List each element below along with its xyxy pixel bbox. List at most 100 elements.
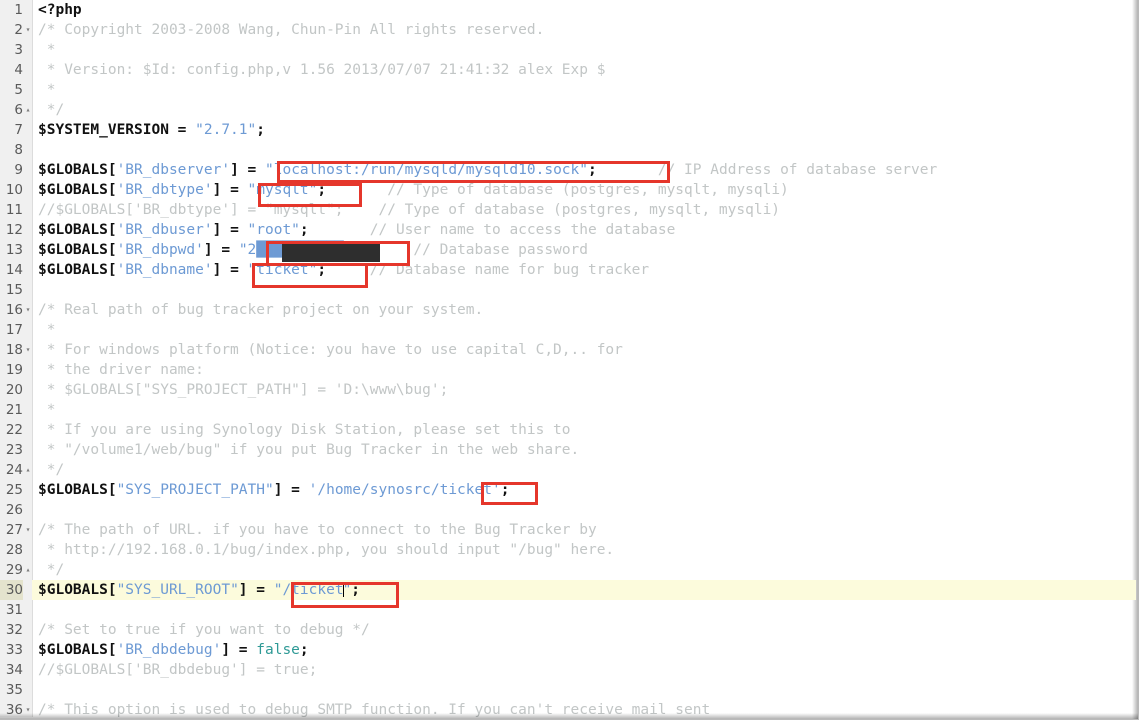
code-line-25[interactable]: 25 $GLOBALS["SYS_PROJECT_PATH"] = '/home/… [0,480,1136,500]
code-line-34[interactable]: 34 //$GLOBALS['BR_dbdebug'] = true; [0,660,1136,680]
code-line-10[interactable]: 10 $GLOBALS['BR_dbtype'] = "mysqlt"; // T… [0,180,1136,200]
line-number: 27 [5,522,23,538]
code-line-8[interactable]: 8 [0,140,1136,160]
fold-open-icon[interactable]: ▾ [24,20,32,40]
code-line-text[interactable]: * "/volume1/web/bug" if you put Bug Trac… [38,440,1136,460]
line-number: 32 [5,622,23,638]
code-line-text[interactable]: * [38,320,1136,340]
line-number: 30 [0,580,23,600]
fold-open-icon[interactable]: ▾ [24,340,32,360]
code-line-text[interactable]: //$GLOBALS['BR_dbtype'] = "mysqlt"; // T… [38,200,1136,220]
code-line-23[interactable]: 23 * "/volume1/web/bug" if you put Bug T… [0,440,1136,460]
fold-open-icon[interactable]: ▾ [24,520,32,540]
code-line-2[interactable]: 2 ▾ /* Copyright 2003-2008 Wang, Chun-Pin … [0,20,1136,40]
code-line-text[interactable]: * [38,40,1136,60]
line-number: 33 [5,642,23,658]
code-token: ; [317,262,327,278]
fold-close-icon[interactable]: ▴ [24,100,32,120]
code-line-text[interactable]: */ [38,560,1136,580]
code-token: '/home/synosrc/ticket' [308,482,501,498]
code-token: $SYSTEM_VERSION = [38,122,196,138]
code-line-text[interactable]: $GLOBALS['BR_dbdebug'] = false; [38,640,1136,660]
code-line-24[interactable]: 24 ▴ */ [0,460,1136,480]
code-token: 'BR_dbpwd' [116,242,204,258]
code-line-text[interactable]: $GLOBALS['BR_dbpwd'] = "2██████████2"; /… [38,240,1136,260]
line-number: 16 [5,302,23,318]
code-line-text[interactable]: /* Real path of bug tracker project on y… [38,300,1136,320]
code-line-3[interactable]: 3 * [0,40,1136,60]
code-editor-viewport[interactable]: 1 <?php 2 ▾/* Copyright 2003-2008 Wang, Chu… [0,0,1136,717]
code-line-36[interactable]: 36 ▾ /* This option is used to debug SMTP … [0,700,1136,717]
code-line-16[interactable]: 16 ▾ /* Real path of bug tracker project o… [0,300,1136,320]
code-line-text[interactable]: $GLOBALS['BR_dbuser'] = "root"; // User … [38,220,1136,240]
code-line-text[interactable]: /* This option is used to debug SMTP fun… [38,700,1136,717]
code-line-32[interactable]: 32 /* Set to true if you want to debug */ [0,620,1136,640]
code-line-text[interactable]: * [38,80,1136,100]
line-number: 36 [5,702,23,717]
code-line-28[interactable]: 28 * http://192.168.0.1/bug/index.php, y… [0,540,1136,560]
code-line-21[interactable]: 21 * [0,400,1136,420]
code-line-text[interactable]: * Version: $Id: config.php,v 1.56 2013/0… [38,60,1136,80]
code-token: // Type of database (postgres, mysqlt, m… [326,182,789,198]
code-line-text[interactable]: /* Copyright 2003-2008 Wang, Chun-Pin Al… [38,20,1136,40]
line-number: 22 [5,422,23,438]
fold-close-icon[interactable]: ▴ [24,560,32,580]
code-line-27[interactable]: 27 ▾ /* The path of URL. if you have to co… [0,520,1136,540]
code-line-text[interactable]: $GLOBALS["SYS_URL_ROOT"] = "/ticket"; [38,580,1136,600]
fold-open-icon[interactable]: ▾ [24,700,32,717]
code-line-30[interactable]: 30 $GLOBALS["SYS_URL_ROOT"] = "/ticket"; [0,580,1136,600]
code-line-text[interactable]: $GLOBALS['BR_dbname'] = "ticket"; // Dat… [38,260,1136,280]
code-line-22[interactable]: 22 * If you are using Synology Disk Stat… [0,420,1136,440]
code-line-text[interactable]: * If you are using Synology Disk Station… [38,420,1136,440]
code-line-text[interactable]: $GLOBALS["SYS_PROJECT_PATH"] = '/home/sy… [38,480,1136,500]
code-line-text[interactable]: */ [38,460,1136,480]
code-line-11[interactable]: 11 //$GLOBALS['BR_dbtype'] = "mysqlt"; //… [0,200,1136,220]
code-line-12[interactable]: 12 $GLOBALS['BR_dbuser'] = "root"; // Use… [0,220,1136,240]
code-line-7[interactable]: 7 $SYSTEM_VERSION = "2.7.1"; [0,120,1136,140]
code-line-1[interactable]: 1 <?php [0,0,1136,20]
code-line-29[interactable]: 29 ▴ */ [0,560,1136,580]
code-line-9[interactable]: 9 $GLOBALS['BR_dbserver'] = "localhost:/r… [0,160,1136,180]
code-line-text[interactable]: $SYSTEM_VERSION = "2.7.1"; [38,120,1136,140]
code-line-text[interactable]: * the driver name: [38,360,1136,380]
code-line-19[interactable]: 19 * the driver name: [0,360,1136,380]
code-line-31[interactable]: 31 [0,600,1136,620]
code-token: 'BR_dbtype' [116,182,213,198]
code-line-26[interactable]: 26 [0,500,1136,520]
code-token: * $GLOBALS["SYS_PROJECT_PATH"] = 'D:\www… [38,382,449,398]
fold-close-icon[interactable]: ▴ [24,460,32,480]
code-token: "localhost:/run/mysqld/mysqld10.sock" [265,162,589,178]
code-line-text[interactable]: * [38,400,1136,420]
code-token: $GLOBALS[ [38,242,117,258]
line-number: 26 [5,502,23,518]
code-line-20[interactable]: 20 * $GLOBALS["SYS_PROJECT_PATH"] = 'D:\… [0,380,1136,400]
code-line-text[interactable]: /* Set to true if you want to debug */ [38,620,1136,640]
fold-open-icon[interactable]: ▾ [24,300,32,320]
code-line-text[interactable]: $GLOBALS['BR_dbserver'] = "localhost:/ru… [38,160,1136,180]
line-number: 1 [14,2,23,18]
code-line-35[interactable]: 35 [0,680,1136,700]
code-line-13[interactable]: 13 $GLOBALS['BR_dbpwd'] = "2██████████2";… [0,240,1136,260]
code-token: // User name to access the database [308,222,676,238]
code-line-6[interactable]: 6 ▴ */ [0,100,1136,120]
code-line-14[interactable]: 14 $GLOBALS['BR_dbname'] = "ticket"; // D… [0,260,1136,280]
code-token: $GLOBALS[ [38,222,117,238]
code-lines-container[interactable]: 1 <?php 2 ▾/* Copyright 2003-2008 Wang, Chu… [0,0,1136,717]
code-line-text[interactable]: * For windows platform (Notice: you have… [38,340,1136,360]
code-line-text[interactable]: * http://192.168.0.1/bug/index.php, you … [38,540,1136,560]
code-line-text[interactable]: * $GLOBALS["SYS_PROJECT_PATH"] = 'D:\www… [38,380,1136,400]
code-line-text[interactable]: */ [38,100,1136,120]
code-token: $GLOBALS[ [38,642,117,658]
line-number: 8 [14,142,23,158]
line-number: 35 [5,682,23,698]
code-line-text[interactable]: $GLOBALS['BR_dbtype'] = "mysqlt"; // Typ… [38,180,1136,200]
code-line-15[interactable]: 15 [0,280,1136,300]
code-line-text[interactable]: /* The path of URL. if you have to conne… [38,520,1136,540]
code-line-18[interactable]: 18 ▾ * For windows platform (Notice: you … [0,340,1136,360]
code-line-33[interactable]: 33 $GLOBALS['BR_dbdebug'] = false; [0,640,1136,660]
code-line-text[interactable]: <?php [38,0,1136,20]
code-line-5[interactable]: 5 * [0,80,1136,100]
code-line-4[interactable]: 4 * Version: $Id: config.php,v 1.56 2013… [0,60,1136,80]
code-line-17[interactable]: 17 * [0,320,1136,340]
code-line-text[interactable]: //$GLOBALS['BR_dbdebug'] = true; [38,660,1136,680]
